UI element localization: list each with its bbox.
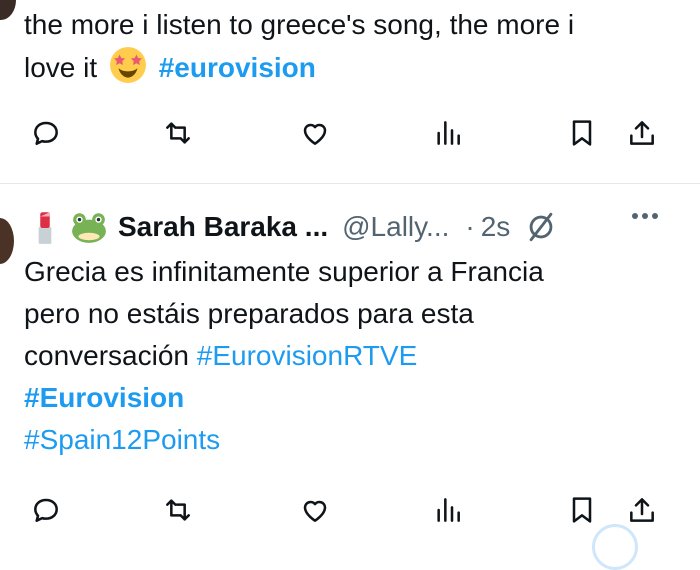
compose-button-edge[interactable] <box>592 524 638 570</box>
lipstick-emoji-icon <box>38 212 52 244</box>
retweet-icon <box>166 499 190 521</box>
tweet-text-line: Grecia es infinitamente superior a Franc… <box>24 256 544 287</box>
bookmark-icon <box>572 120 592 146</box>
tweet-text-line: #Spain12Points <box>24 419 544 461</box>
tweet-header: Sarah Baraka ... @Lally... · 2s <box>26 205 700 249</box>
hashtag-link[interactable]: #EurovisionRTVE <box>197 340 417 371</box>
tweet-timestamp[interactable]: 2s <box>481 211 511 243</box>
reply-icon <box>34 121 58 145</box>
share-button[interactable] <box>622 113 662 153</box>
tweet-text: Grecia es infinitamente superior a Franc… <box>24 251 544 461</box>
hashtag-link[interactable]: #Eurovision <box>24 382 184 413</box>
avatar[interactable] <box>0 0 16 20</box>
frog-emoji-icon <box>72 213 106 243</box>
tweet-actions <box>0 490 700 530</box>
reply-icon <box>34 498 58 522</box>
tweet-text-fragment: conversación <box>24 340 189 371</box>
share-icon <box>630 121 654 145</box>
retweet-button[interactable] <box>158 113 198 153</box>
author-handle[interactable]: @Lally... <box>342 211 449 243</box>
reply-button[interactable] <box>26 113 66 153</box>
reply-button[interactable] <box>26 490 66 530</box>
heart-icon <box>303 500 327 522</box>
bookmark-button[interactable] <box>562 113 602 153</box>
hashtag-link[interactable]: #eurovision <box>159 52 316 83</box>
tweet-text-line: pero no estáis preparados para esta <box>24 298 474 329</box>
not-interested-icon <box>524 210 558 244</box>
heart-icon <box>303 123 327 145</box>
hashtag-link[interactable]: #Spain12Points <box>24 424 220 455</box>
share-icon <box>630 498 654 522</box>
tweet-text: the more i listen to greece's song, the … <box>24 4 574 89</box>
like-button[interactable] <box>295 490 335 530</box>
like-button[interactable] <box>295 113 335 153</box>
tweet-actions <box>0 113 700 153</box>
author-display-name[interactable]: Sarah Baraka ... <box>118 211 328 243</box>
share-button[interactable] <box>622 490 662 530</box>
retweet-button[interactable] <box>158 490 198 530</box>
views-button[interactable] <box>428 490 468 530</box>
bar-chart-icon <box>437 498 460 522</box>
tweet-text-line: conversación #EurovisionRTVE <box>24 335 544 377</box>
star-struck-emoji-icon <box>109 47 146 83</box>
tweet-text-line: the more i listen to greece's song, the … <box>24 9 575 40</box>
separator-dot: · <box>465 211 475 242</box>
tweet-text-line: #Eurovision <box>24 377 544 419</box>
views-button[interactable] <box>428 113 468 153</box>
bar-chart-icon <box>437 121 460 145</box>
tweet-divider <box>0 183 700 184</box>
bookmark-button[interactable] <box>562 490 602 530</box>
avatar[interactable] <box>0 218 14 264</box>
tweet-text-fragment: love it <box>24 52 98 83</box>
bookmark-icon <box>572 497 592 523</box>
tweet-text-line: love it #eurovision <box>24 46 574 89</box>
retweet-icon <box>166 122 190 144</box>
more-options-icon[interactable] <box>630 213 660 219</box>
